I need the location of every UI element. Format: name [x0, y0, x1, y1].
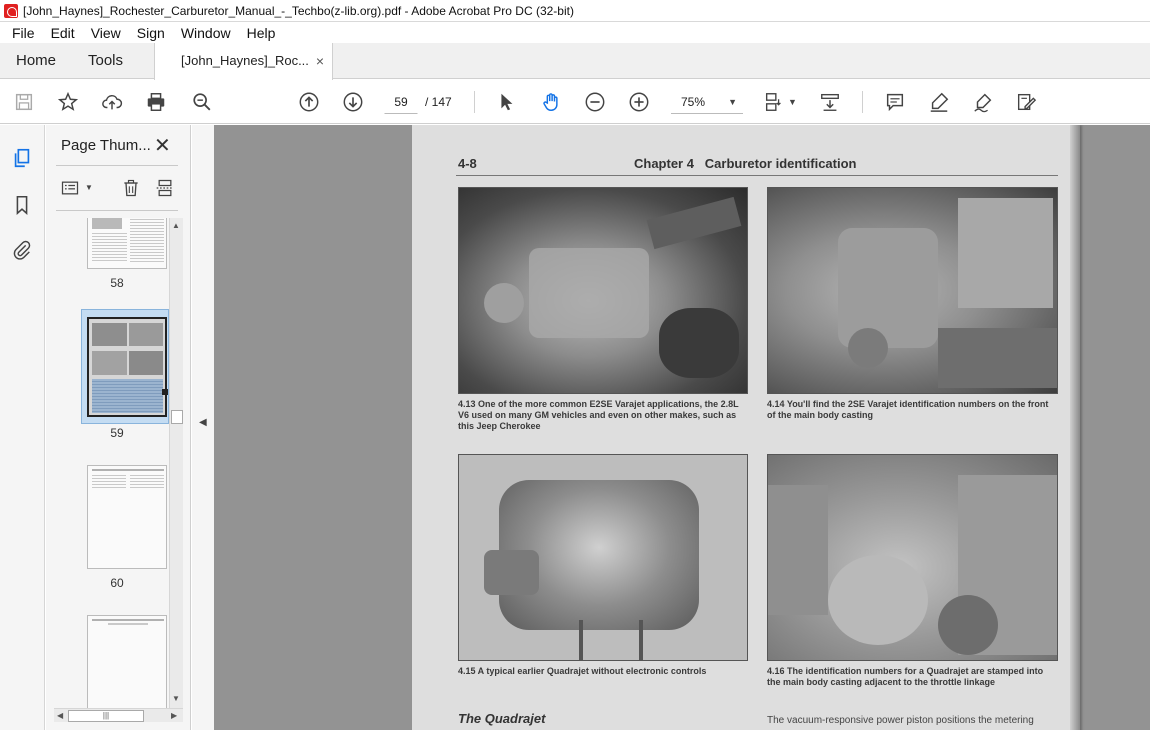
page-thumbnails-icon[interactable] — [10, 146, 34, 170]
page-total: / 147 — [425, 95, 452, 109]
zoom-level-select[interactable]: 75% ▼ — [671, 90, 743, 114]
panel-collapse-strip[interactable]: ◀ — [192, 125, 214, 730]
scrollbar-thumb[interactable]: ||| — [68, 710, 144, 722]
thumbnail-horizontal-scrollbar[interactable]: ◀ ||| ▶ — [54, 708, 183, 722]
document-tab-label: [John_Haynes]_Roc... — [181, 53, 309, 68]
menu-bar: File Edit View Sign Window Help — [0, 22, 1150, 43]
header-rule — [456, 175, 1058, 176]
tab-home[interactable]: Home — [16, 43, 56, 79]
collapse-left-arrow-icon[interactable]: ◀ — [199, 417, 207, 428]
panel-divider — [56, 165, 178, 166]
page-thumbnails-panel: Page Thum... ✕ ▼ 58 59 60 ▲ ▼ ◀ ||| ▶ — [46, 125, 191, 730]
title-bar: [John_Haynes]_Rochester_Carburetor_Manua… — [0, 0, 1150, 22]
thumbnail-label: 60 — [110, 576, 124, 590]
menu-edit[interactable]: Edit — [43, 25, 83, 41]
close-tab-icon[interactable]: × — [316, 43, 324, 79]
next-page-icon[interactable] — [341, 90, 365, 114]
photo-4-14 — [767, 187, 1058, 394]
comment-icon[interactable] — [883, 90, 907, 114]
toolbar-divider — [862, 91, 863, 113]
thumbnail-label: 58 — [110, 276, 124, 290]
thumbnail-label: 59 — [110, 426, 124, 440]
star-icon[interactable] — [56, 90, 80, 114]
caption-4-15: 4.15 A typical earlier Quadrajet without… — [458, 666, 707, 676]
window-title: [John_Haynes]_Rochester_Carburetor_Manua… — [23, 3, 574, 18]
thumbnail-page-60[interactable] — [87, 465, 167, 569]
thumbnail-page-61[interactable] — [87, 615, 167, 708]
scroll-left-arrow-icon[interactable]: ◀ — [57, 709, 63, 723]
split-pages-icon[interactable] — [153, 177, 177, 199]
pdf-page: 4-8 Chapter 4 Carburetor identification … — [412, 125, 1080, 730]
caption-4-13-line-3: this Jeep Cherokee — [458, 421, 541, 431]
chapter-header: Chapter 4 Carburetor identification — [634, 156, 857, 171]
attachment-paperclip-icon[interactable] — [10, 238, 34, 262]
photo-4-13 — [458, 187, 748, 394]
hand-tool-icon[interactable] — [539, 90, 563, 114]
panel-divider — [56, 210, 178, 211]
scroll-down-arrow-icon[interactable]: ▼ — [172, 694, 180, 703]
body-text: The vacuum-responsive power piston posit… — [767, 715, 1034, 726]
highlighter-icon[interactable] — [927, 90, 951, 114]
caption-4-14-line-2: of the main body casting — [767, 410, 874, 420]
thumbnail-vertical-scrollbar[interactable]: ▲ ▼ — [169, 218, 183, 708]
chevron-down-icon[interactable]: ▼ — [788, 90, 797, 114]
photo-4-16 — [767, 454, 1058, 661]
page-number-input[interactable]: 59 — [384, 90, 418, 114]
menu-file[interactable]: File — [4, 25, 43, 41]
caption-4-13-line-2: V6 used on many GM vehicles and even on … — [458, 410, 737, 420]
caption-4-13-line-1: 4.13 One of the more common E2SE Varajet… — [458, 399, 739, 409]
thumbnail-page-58[interactable] — [87, 218, 167, 269]
panel-title: Page Thum... — [61, 137, 151, 154]
tab-bar: Home Tools [John_Haynes]_Roc... × — [0, 43, 1150, 80]
chevron-down-icon[interactable]: ▼ — [85, 183, 93, 192]
menu-window[interactable]: Window — [173, 25, 239, 41]
bookmark-icon[interactable] — [10, 193, 34, 217]
acrobat-app-icon — [4, 3, 18, 18]
thumbnail-list — [56, 218, 178, 708]
menu-sign[interactable]: Sign — [129, 25, 173, 41]
previous-page-icon[interactable] — [297, 90, 321, 114]
select-cursor-icon[interactable] — [494, 90, 518, 114]
tab-document[interactable]: [John_Haynes]_Roc... × — [154, 43, 333, 80]
tab-tools[interactable]: Tools — [88, 43, 123, 79]
page-number-header: 4-8 — [458, 156, 477, 171]
zoom-in-icon[interactable] — [627, 90, 651, 114]
photo-4-15 — [458, 454, 748, 661]
navigation-rail — [0, 125, 45, 730]
caption-4-14-line-1: 4.14 You'll find the 2SE Varajet identif… — [767, 399, 1049, 409]
save-icon[interactable] — [12, 90, 36, 114]
caption-4-16-line-1: 4.16 The identification numbers for a Qu… — [767, 666, 1044, 676]
scrolling-mode-icon[interactable] — [818, 90, 842, 114]
print-icon[interactable] — [144, 90, 168, 114]
page-spine-shadow — [1070, 125, 1080, 730]
section-heading: The Quadrajet — [458, 711, 546, 726]
zoom-level-value: 75% — [681, 95, 706, 109]
zoom-out-icon[interactable] — [583, 90, 607, 114]
upload-cloud-icon[interactable] — [100, 90, 124, 114]
close-panel-icon[interactable]: ✕ — [154, 133, 171, 158]
menu-help[interactable]: Help — [239, 25, 284, 41]
document-view[interactable]: 4-8 Chapter 4 Carburetor identification … — [214, 125, 1150, 730]
scroll-right-arrow-icon[interactable]: ▶ — [171, 709, 177, 723]
delete-trash-icon[interactable] — [119, 177, 143, 199]
zoom-search-icon[interactable] — [190, 90, 214, 114]
toolbar: 59 / 147 75% ▼ ▼ — [0, 80, 1150, 124]
scroll-up-arrow-icon[interactable]: ▲ — [172, 221, 180, 230]
chevron-down-icon: ▼ — [728, 97, 737, 107]
menu-view[interactable]: View — [83, 25, 129, 41]
edit-pdf-icon[interactable] — [1014, 90, 1038, 114]
thumbnail-page-59[interactable] — [87, 317, 168, 417]
page-display-icon[interactable] — [762, 90, 786, 114]
scrollbar-thumb[interactable] — [171, 410, 183, 424]
fill-sign-icon[interactable] — [971, 90, 995, 114]
toolbar-divider — [474, 91, 475, 113]
caption-4-16-line-2: the main body casting adjacent to the th… — [767, 677, 996, 687]
options-menu-icon[interactable] — [58, 177, 82, 199]
